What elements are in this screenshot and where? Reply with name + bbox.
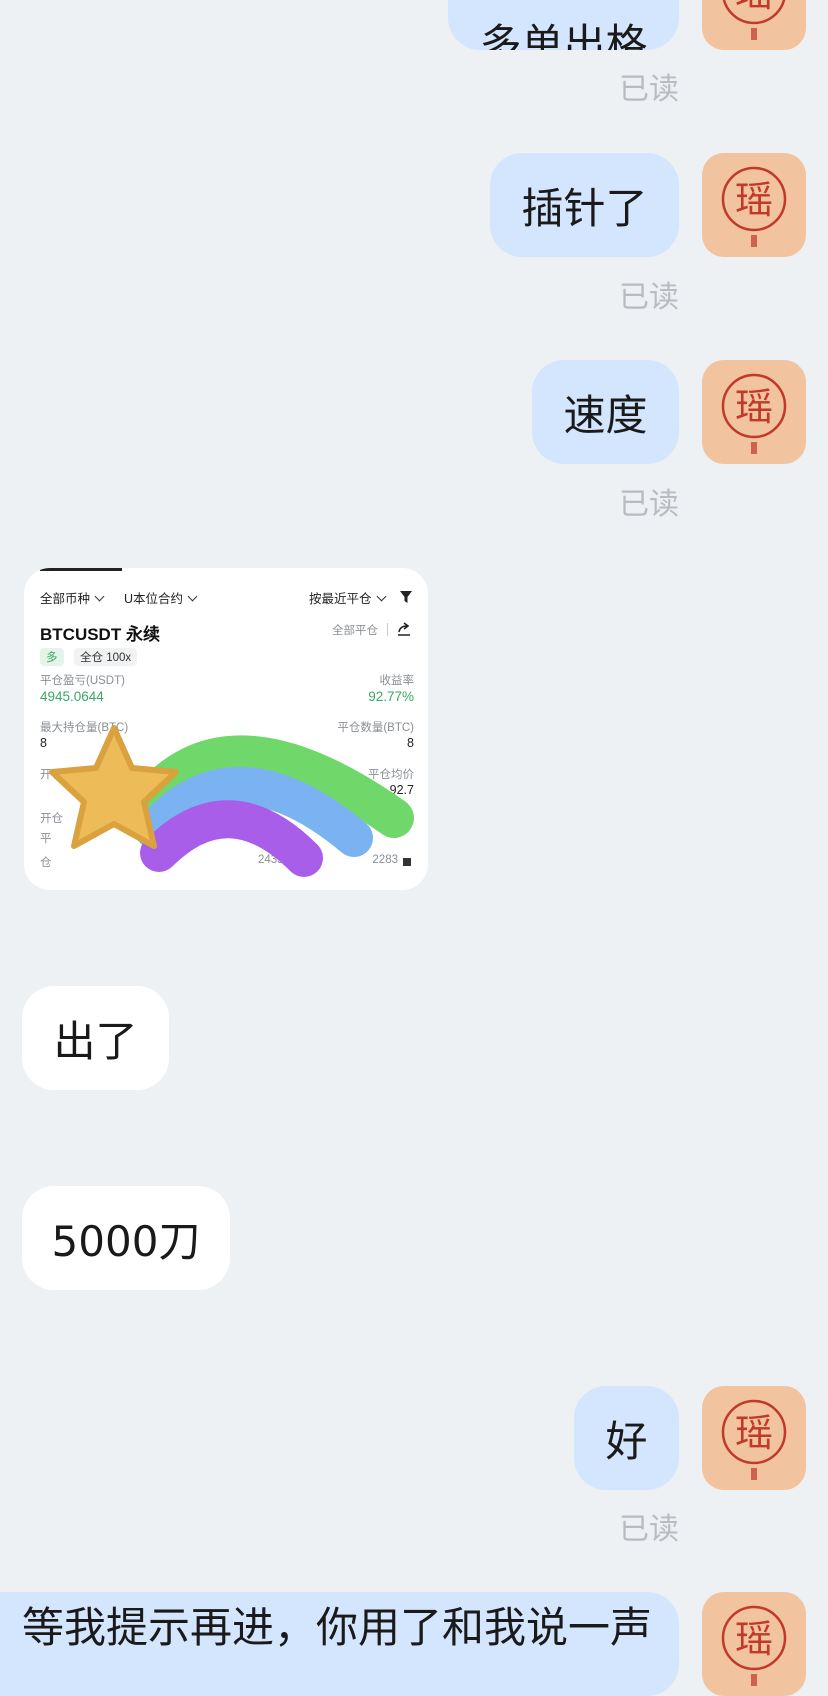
rainbow-star-sticker	[49, 725, 414, 877]
message-text: 多单出格	[479, 19, 648, 51]
read-receipt: 已读	[619, 72, 679, 107]
message-bubble-outgoing[interactable]: 等我提示再进，你用了和我说一声	[0, 1592, 679, 1696]
message-bubble-outgoing[interactable]: 插针了	[490, 153, 679, 257]
avatar-seal-icon: 瑶	[721, 373, 787, 454]
trade-screenshot-image[interactable]: 全部币种 U本位合约 按最近平仓 BTCUSDT 永续 全部平仓 多 全仓 10…	[24, 568, 428, 890]
avatar-seal-icon: 瑶	[721, 1605, 787, 1686]
message-bubble-incoming[interactable]: 出了	[22, 986, 169, 1090]
avatar[interactable]: 瑶	[702, 1592, 806, 1696]
message-text: 速度	[563, 390, 648, 440]
svg-text:瑶: 瑶	[735, 385, 773, 429]
svg-text:瑶: 瑶	[735, 0, 773, 15]
svg-text:瑶: 瑶	[735, 1617, 773, 1661]
message-text: 5000刀	[51, 1216, 201, 1266]
message-bubble-outgoing[interactable]: 多单出格	[448, 0, 679, 50]
message-bubble-incoming[interactable]: 5000刀	[22, 1186, 230, 1290]
read-receipt: 已读	[619, 280, 679, 315]
avatar[interactable]: 瑶	[702, 0, 806, 50]
message-text: 出了	[53, 1016, 138, 1066]
avatar[interactable]: 瑶	[702, 1386, 806, 1490]
avatar-seal-icon: 瑶	[721, 1399, 787, 1480]
message-bubble-outgoing[interactable]: 好	[574, 1386, 679, 1490]
message-bubble-outgoing[interactable]: 速度	[532, 360, 679, 464]
avatar-seal-icon: 瑶	[721, 166, 787, 247]
avatar-seal-icon: 瑶	[722, 0, 786, 40]
message-text: 等我提示再进，你用了和我说一声	[22, 1602, 653, 1652]
svg-text:瑶: 瑶	[735, 178, 773, 222]
message-text: 插针了	[521, 183, 648, 233]
read-receipt: 已读	[619, 487, 679, 522]
avatar[interactable]: 瑶	[702, 153, 806, 257]
read-receipt: 已读	[619, 1512, 679, 1547]
message-text: 好	[605, 1416, 648, 1466]
svg-text:瑶: 瑶	[735, 1411, 773, 1455]
avatar[interactable]: 瑶	[702, 360, 806, 464]
